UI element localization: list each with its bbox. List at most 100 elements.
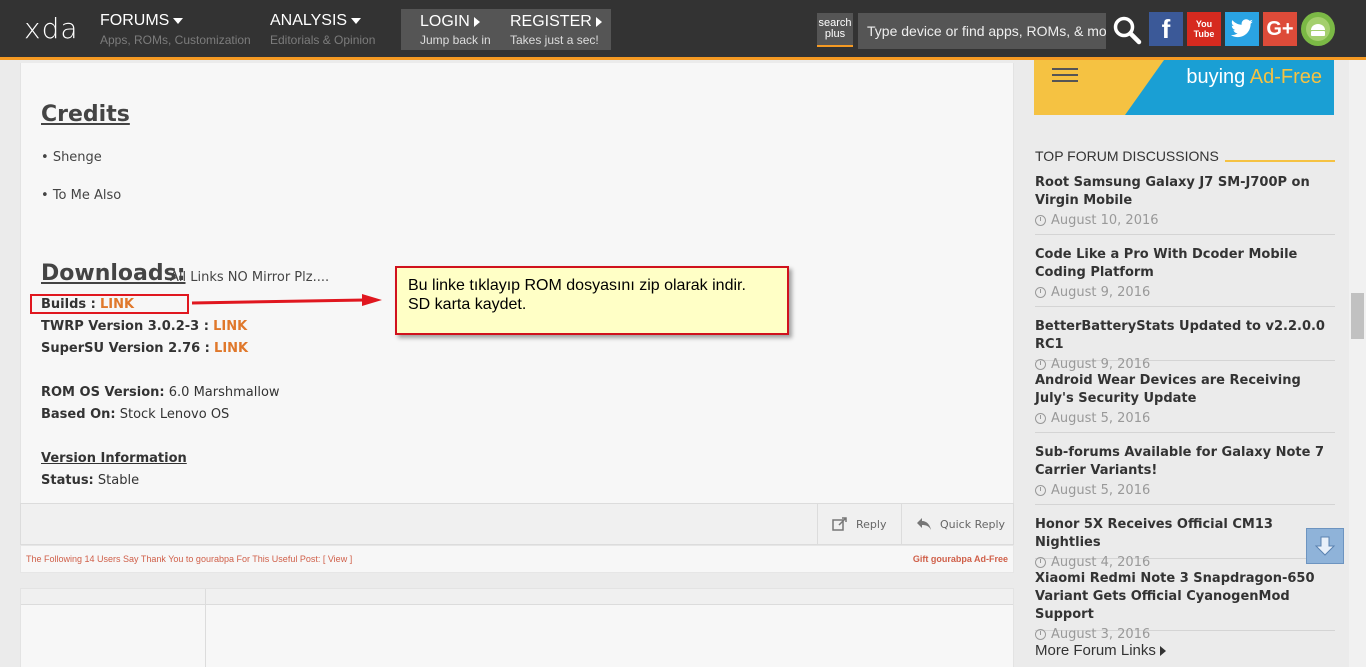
search-input[interactable]: Type device or find apps, ROMs, & more (858, 13, 1106, 49)
nav-forums[interactable]: FORUMS Apps, ROMs, Customization (100, 12, 251, 47)
discussion-date: August 9, 2016 (1035, 285, 1335, 300)
reply-icon (832, 517, 847, 531)
search-plus-button[interactable]: search plus (817, 13, 853, 47)
quick-reply-button[interactable]: Quick Reply (901, 504, 1014, 544)
reply-label: Reply (856, 517, 887, 531)
thanks-bar: The Following 14 Users Say Thank You to … (20, 545, 1014, 573)
supersu-label: SuperSU Version 2.76 : (41, 341, 210, 356)
discussion-item[interactable]: BetterBatteryStats Updated to v2.2.0.0 R… (1035, 318, 1335, 372)
annotation-callout: Bu linke tıklayıp ROM dosyasını zip olar… (395, 266, 789, 335)
nav-forums-sub: Apps, ROMs, Customization (100, 33, 251, 47)
discussion-item[interactable]: Code Like a Pro With Dcoder Mobile Codin… (1035, 246, 1335, 307)
annotation-arrow-icon (191, 294, 382, 306)
twrp-line: TWRP Version 3.0.2-3 : LINK (41, 319, 247, 334)
annotation-line1: Bu linke tıklayıp ROM dosyasını zip olar… (408, 277, 746, 294)
clock-icon (1035, 359, 1046, 370)
register-sub: Takes just a sec! (510, 33, 599, 47)
discussion-title[interactable]: Xiaomi Redmi Note 3 Snapdragon-650 Varia… (1035, 570, 1335, 624)
annotation-line2: SD karta kaydet. (408, 296, 527, 313)
login-label: LOGIN (420, 13, 470, 30)
next-post (20, 588, 1014, 667)
sidebar-title-underline (1225, 160, 1335, 162)
discussion-date: August 5, 2016 (1035, 483, 1335, 498)
nav-analysis-label: ANALYSIS (270, 12, 348, 29)
discussion-title[interactable]: Sub-forums Available for Galaxy Note 7 C… (1035, 444, 1335, 480)
scroll-down-button[interactable] (1306, 528, 1344, 564)
clock-icon (1035, 215, 1046, 226)
xda-logo[interactable]: xda (24, 12, 79, 45)
search-icon[interactable] (1112, 15, 1142, 45)
clock-icon (1035, 413, 1046, 424)
clock-icon (1035, 287, 1046, 298)
clock-icon (1035, 557, 1046, 568)
youtube-icon[interactable]: You Tube (1187, 12, 1221, 46)
supersu-line: SuperSU Version 2.76 : LINK (41, 341, 248, 356)
discussion-item[interactable]: Honor 5X Receives Official CM13 Nightlie… (1035, 516, 1335, 570)
login-sub: Jump back in (420, 33, 491, 47)
discussion-title[interactable]: Root Samsung Galaxy J7 SM-J700P on Virgi… (1035, 174, 1335, 210)
chevron-right-icon (1159, 645, 1166, 656)
discussion-date: August 9, 2016 (1035, 357, 1335, 372)
ad-text-accent: Ad-Free (1249, 66, 1322, 88)
credit-item: • To Me Also (41, 188, 122, 203)
discussion-date: August 3, 2016 (1035, 627, 1335, 642)
arrow-down-icon (1314, 536, 1336, 556)
twrp-link[interactable]: LINK (213, 319, 247, 334)
downloads-note: All Links NO Mirror Plz.... (170, 270, 330, 285)
version-info-heading: Version Information (41, 451, 187, 466)
ad-text: buying Ad-Free (1186, 66, 1322, 89)
ad-menu-icon (1052, 68, 1078, 86)
discussion-item[interactable]: Sub-forums Available for Galaxy Note 7 C… (1035, 444, 1335, 505)
search-plus-line2: plus (824, 28, 846, 40)
nav-analysis-sub: Editorials & Opinion (270, 33, 376, 47)
chevron-down-icon (351, 18, 362, 24)
discussion-item[interactable]: Android Wear Devices are Receiving July'… (1035, 372, 1335, 433)
quick-reply-icon (917, 518, 931, 530)
next-post-divider (205, 589, 206, 667)
top-navbar: xda FORUMS Apps, ROMs, Customization ANA… (0, 0, 1366, 60)
register-label: REGISTER (510, 13, 592, 30)
thanks-view-link[interactable]: [ View ] (323, 554, 352, 564)
annotation-highlight-box (30, 294, 189, 314)
discussion-title[interactable]: Honor 5X Receives Official CM13 Nightlie… (1035, 516, 1335, 552)
supersu-link[interactable]: LINK (214, 341, 248, 356)
credits-heading: Credits (41, 102, 130, 127)
twitter-icon[interactable] (1225, 12, 1259, 46)
nav-analysis[interactable]: ANALYSIS Editorials & Opinion (270, 12, 375, 47)
discussion-date: August 10, 2016 (1035, 213, 1335, 228)
android-icon[interactable] (1301, 12, 1335, 46)
register-button[interactable]: REGISTER Takes just a sec! (510, 13, 602, 47)
page-scrollbar[interactable] (1349, 60, 1366, 667)
status-line: Status: Stable (41, 473, 140, 488)
discussion-date: August 5, 2016 (1035, 411, 1335, 426)
facebook-icon[interactable]: f (1149, 12, 1183, 46)
more-forum-links[interactable]: More Forum Links (1035, 642, 1166, 659)
discussion-item[interactable]: Xiaomi Redmi Note 3 Snapdragon-650 Varia… (1035, 570, 1335, 642)
google-plus-icon[interactable]: G+ (1263, 12, 1297, 46)
based-on-line: Based On: Stock Lenovo OS (41, 407, 230, 422)
discussion-item[interactable]: Root Samsung Galaxy J7 SM-J700P on Virgi… (1035, 174, 1335, 235)
clock-icon (1035, 629, 1046, 640)
credit-item: • Shenge (41, 150, 102, 165)
discussion-title[interactable]: Android Wear Devices are Receiving July'… (1035, 372, 1335, 408)
twrp-label: TWRP Version 3.0.2-3 : (41, 319, 209, 334)
quick-reply-label: Quick Reply (940, 517, 1006, 531)
reply-button[interactable]: Reply (817, 504, 901, 544)
chevron-down-icon (173, 18, 184, 24)
discussion-title[interactable]: BetterBatteryStats Updated to v2.2.0.0 R… (1035, 318, 1335, 354)
chevron-right-icon (473, 17, 480, 27)
auth-box: LOGIN Jump back in REGISTER Takes just a… (401, 9, 611, 50)
downloads-heading: Downloads: (41, 261, 186, 286)
gift-ad-free-link[interactable]: Gift gourabpa Ad-Free (913, 554, 1008, 564)
chevron-right-icon (595, 17, 602, 27)
clock-icon (1035, 485, 1046, 496)
login-button[interactable]: LOGIN Jump back in (420, 13, 491, 47)
discussion-title[interactable]: Code Like a Pro With Dcoder Mobile Codin… (1035, 246, 1335, 282)
rom-os-line: ROM OS Version: 6.0 Marshmallow (41, 385, 280, 400)
ad-free-banner[interactable]: buying Ad-Free (1034, 60, 1334, 115)
next-post-header (21, 589, 1013, 605)
ad-text-main: buying (1186, 66, 1246, 88)
nav-forums-label: FORUMS (100, 12, 170, 29)
scrollbar-thumb[interactable] (1351, 293, 1364, 339)
thanks-text: The Following 14 Users Say Thank You to … (26, 554, 353, 564)
